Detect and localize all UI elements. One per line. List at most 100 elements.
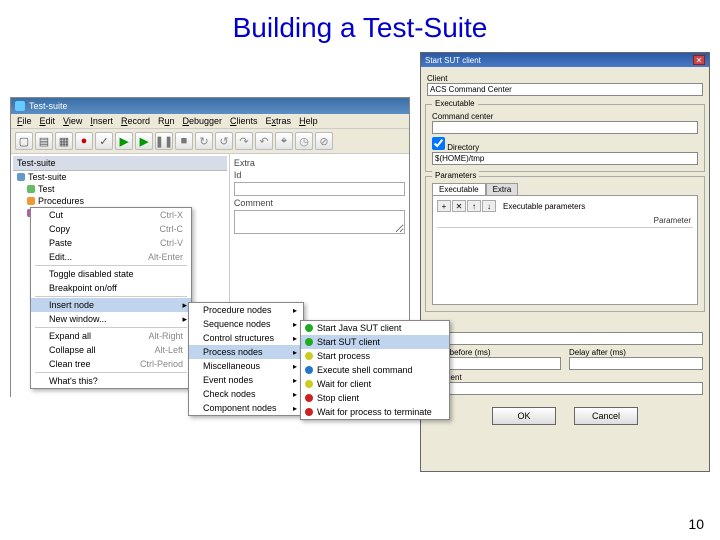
tree-label: Procedures bbox=[38, 196, 84, 206]
ctx-clean-tree[interactable]: Clean treeCtrl-Period bbox=[31, 357, 191, 371]
delay-after-input[interactable] bbox=[569, 357, 703, 370]
tb-cancel-icon[interactable]: ⊘ bbox=[315, 132, 333, 150]
ctx-edit[interactable]: Edit...Alt-Enter bbox=[31, 250, 191, 264]
tb-play-icon[interactable]: ▶ bbox=[115, 132, 133, 150]
ctx-shortcut: Ctrl-V bbox=[160, 238, 183, 248]
sub-control-structures[interactable]: Control structures▸ bbox=[189, 331, 303, 345]
tree-item-procedures[interactable]: Procedures bbox=[13, 195, 227, 207]
ctx-collapse-all[interactable]: Collapse allAlt-Left bbox=[31, 343, 191, 357]
ctx-whats-this[interactable]: What's this? bbox=[31, 374, 191, 388]
param-add-icon[interactable]: + bbox=[437, 200, 451, 212]
chevron-right-icon: ▸ bbox=[293, 390, 297, 399]
sub-process-nodes[interactable]: Process nodes▸ bbox=[189, 345, 303, 359]
menu-record[interactable]: Record bbox=[121, 116, 150, 126]
ctx-expand-all[interactable]: Expand allAlt-Right bbox=[31, 329, 191, 343]
sub-miscellaneous[interactable]: Miscellaneous▸ bbox=[189, 359, 303, 373]
ctx-toggle-disabled[interactable]: Toggle disabled state bbox=[31, 267, 191, 281]
ok-button[interactable]: OK bbox=[492, 407, 556, 425]
ctx-paste[interactable]: PasteCtrl-V bbox=[31, 236, 191, 250]
sub-procedure-nodes[interactable]: Procedure nodes▸ bbox=[189, 303, 303, 317]
ctx-cut[interactable]: CutCtrl-X bbox=[31, 208, 191, 222]
param-down-icon[interactable]: ↓ bbox=[482, 200, 496, 212]
tree-item-test[interactable]: Test bbox=[13, 183, 227, 195]
menu-clients[interactable]: Clients bbox=[230, 116, 258, 126]
submenu-insert-node: Procedure nodes▸ Sequence nodes▸ Control… bbox=[188, 302, 304, 416]
ctx-breakpoint[interactable]: Breakpoint on/off bbox=[31, 281, 191, 295]
tb-step-icon[interactable]: ↷ bbox=[235, 132, 253, 150]
menu-run[interactable]: Run bbox=[158, 116, 175, 126]
node-type-icon bbox=[305, 338, 313, 346]
menu-insert[interactable]: Insert bbox=[90, 116, 113, 126]
sub2-stop-client[interactable]: Stop client bbox=[301, 391, 449, 405]
close-button[interactable]: ✕ bbox=[693, 55, 705, 65]
tb-target-icon[interactable]: ⌖ bbox=[275, 132, 293, 150]
chevron-right-icon: ▸ bbox=[293, 362, 297, 371]
toolbar: ▢ ▤ ▦ ● ✓ ▶ ▶ ❚❚ ■ ↻ ↺ ↷ ↶ ⌖ ◷ ⊘ bbox=[11, 129, 409, 154]
menu-extras[interactable]: Extras bbox=[266, 116, 292, 126]
chevron-right-icon: ▸ bbox=[182, 314, 187, 325]
sub-check-nodes[interactable]: Check nodes▸ bbox=[189, 387, 303, 401]
command-label: Command center bbox=[432, 112, 698, 121]
sub2-start-sut-client[interactable]: Start SUT client bbox=[301, 335, 449, 349]
param-up-icon[interactable]: ↑ bbox=[467, 200, 481, 212]
prop-comment-input[interactable] bbox=[234, 210, 405, 234]
sub2-start-java-sut[interactable]: Start Java SUT client bbox=[301, 321, 449, 335]
separator bbox=[35, 265, 187, 266]
id-input[interactable] bbox=[427, 332, 703, 345]
separator bbox=[35, 372, 187, 373]
command-input[interactable] bbox=[432, 121, 698, 134]
menu-help[interactable]: Help bbox=[299, 116, 318, 126]
tb-reload-icon[interactable]: ↻ bbox=[195, 132, 213, 150]
tb-clock-icon[interactable]: ◷ bbox=[295, 132, 313, 150]
dialog-title: Start SUT client bbox=[425, 56, 481, 65]
tb-undo-icon[interactable]: ↺ bbox=[215, 132, 233, 150]
tb-check-icon[interactable]: ✓ bbox=[95, 132, 113, 150]
node-icon bbox=[17, 173, 25, 181]
menu-file[interactable]: File bbox=[17, 116, 32, 126]
executable-group: Executable Command center Directory bbox=[425, 104, 705, 172]
ctx-label: Toggle disabled state bbox=[49, 269, 134, 279]
tb-stop-icon[interactable]: ■ bbox=[175, 132, 193, 150]
cancel-button[interactable]: Cancel bbox=[574, 407, 638, 425]
sub2-start-process[interactable]: Start process bbox=[301, 349, 449, 363]
chevron-right-icon: ▸ bbox=[182, 300, 187, 311]
tb-play2-icon[interactable]: ▶ bbox=[135, 132, 153, 150]
node-type-icon bbox=[305, 408, 313, 416]
param-remove-icon[interactable]: ✕ bbox=[452, 200, 466, 212]
menu-edit[interactable]: Edit bbox=[40, 116, 56, 126]
sub2-execute-shell[interactable]: Execute shell command bbox=[301, 363, 449, 377]
directory-label: Directory bbox=[432, 137, 698, 152]
comment-input[interactable] bbox=[427, 382, 703, 395]
tab-extra[interactable]: Extra bbox=[486, 183, 519, 195]
ctx-label: Insert node bbox=[49, 300, 94, 310]
tb-step2-icon[interactable]: ↶ bbox=[255, 132, 273, 150]
directory-input[interactable] bbox=[432, 152, 698, 165]
ctx-label: Edit... bbox=[49, 252, 72, 262]
sub-sequence-nodes[interactable]: Sequence nodes▸ bbox=[189, 317, 303, 331]
directory-checkbox[interactable] bbox=[432, 137, 445, 150]
tb-save-icon[interactable]: ▦ bbox=[55, 132, 73, 150]
tb-open-icon[interactable]: ▤ bbox=[35, 132, 53, 150]
ctx-insert-node[interactable]: Insert node ▸ bbox=[31, 298, 191, 312]
tb-record-icon[interactable]: ● bbox=[75, 132, 93, 150]
tree-item-root[interactable]: Test-suite bbox=[13, 171, 227, 183]
tb-pause-icon[interactable]: ❚❚ bbox=[155, 132, 173, 150]
sub-event-nodes[interactable]: Event nodes▸ bbox=[189, 373, 303, 387]
chevron-right-icon: ▸ bbox=[293, 306, 297, 315]
sub-component-nodes[interactable]: Component nodes▸ bbox=[189, 401, 303, 415]
ctx-copy[interactable]: CopyCtrl-C bbox=[31, 222, 191, 236]
ctx-new-window[interactable]: New window...▸ bbox=[31, 312, 191, 326]
node-type-icon bbox=[305, 394, 313, 402]
prop-id-label: Id bbox=[234, 170, 405, 180]
sub2-wait-client[interactable]: Wait for client bbox=[301, 377, 449, 391]
prop-id-input[interactable] bbox=[234, 182, 405, 196]
menu-view[interactable]: View bbox=[63, 116, 82, 126]
tab-executable[interactable]: Executable bbox=[432, 183, 486, 195]
client-input[interactable] bbox=[427, 83, 703, 96]
separator bbox=[35, 327, 187, 328]
node-type-icon bbox=[305, 380, 313, 388]
sub2-wait-terminate[interactable]: Wait for process to terminate bbox=[301, 405, 449, 419]
context-menu: CutCtrl-X CopyCtrl-C PasteCtrl-V Edit...… bbox=[30, 207, 192, 389]
tb-new-icon[interactable]: ▢ bbox=[15, 132, 33, 150]
menu-debugger[interactable]: Debugger bbox=[182, 116, 222, 126]
